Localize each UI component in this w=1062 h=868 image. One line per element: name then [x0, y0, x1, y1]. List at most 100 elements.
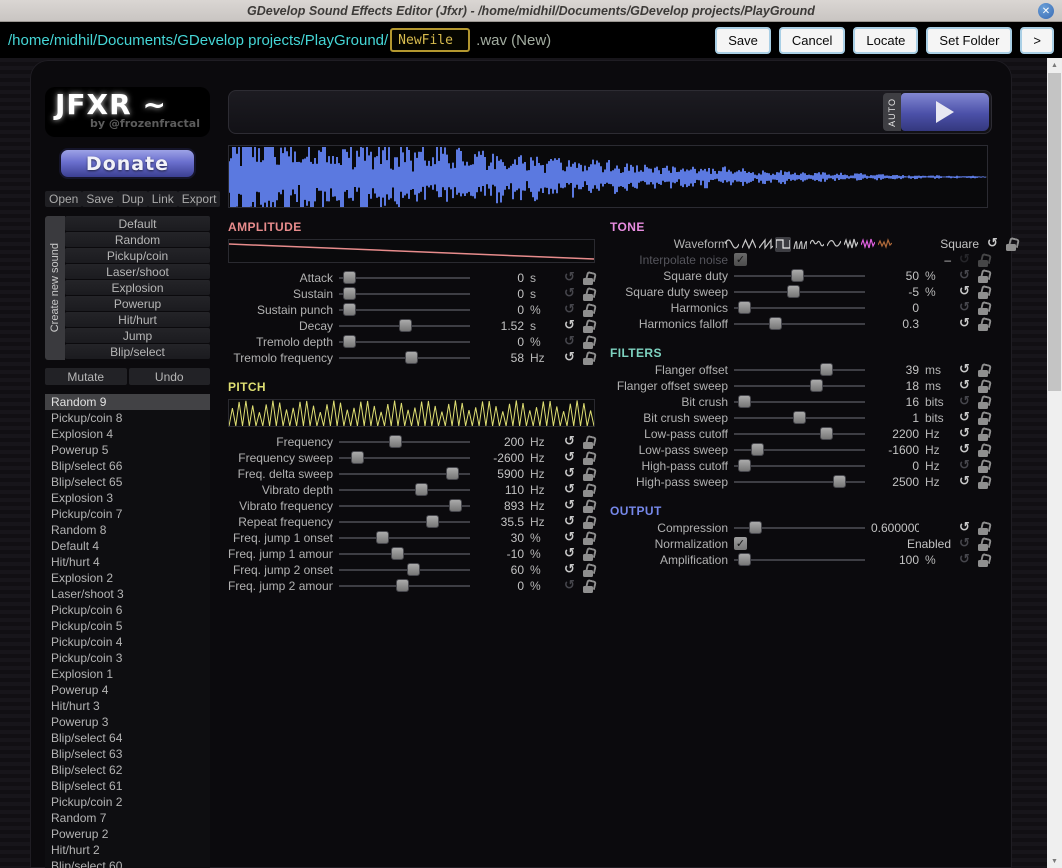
sound-list-item[interactable]: Blip/select 63 — [45, 746, 210, 762]
reset-icon[interactable]: ↺ — [562, 271, 577, 285]
sound-list-item[interactable]: Blip/select 64 — [45, 730, 210, 746]
lock-icon[interactable] — [978, 522, 989, 535]
slider-thumb[interactable] — [787, 285, 800, 298]
slider-thumb[interactable] — [343, 287, 356, 300]
lock-icon[interactable] — [583, 352, 594, 365]
reset-icon[interactable]: ↺ — [957, 521, 972, 535]
param-slider[interactable] — [339, 350, 470, 366]
slider-thumb[interactable] — [738, 395, 751, 408]
reset-icon[interactable]: ↺ — [562, 319, 577, 333]
pinknoise-waveform-icon[interactable] — [860, 237, 876, 252]
lock-icon[interactable] — [978, 254, 989, 267]
toolbar-button-save[interactable]: Save — [715, 27, 771, 54]
lock-icon[interactable] — [583, 500, 594, 513]
lock-icon[interactable] — [978, 302, 989, 315]
slider-thumb[interactable] — [751, 443, 764, 456]
lock-icon[interactable] — [583, 436, 594, 449]
reset-icon[interactable]: ↺ — [562, 467, 577, 481]
slider-thumb[interactable] — [449, 499, 462, 512]
param-slider[interactable] — [339, 562, 470, 578]
reset-icon[interactable]: ↺ — [957, 285, 972, 299]
scrollbar-thumb[interactable] — [1048, 73, 1061, 391]
param-slider[interactable] — [734, 300, 865, 316]
param-slider[interactable] — [339, 578, 470, 594]
sound-list-item[interactable]: Pickup/coin 3 — [45, 650, 210, 666]
param-slider[interactable] — [734, 394, 865, 410]
whistle-waveform-icon[interactable] — [809, 237, 825, 252]
sound-list-item[interactable]: Explosion 4 — [45, 426, 210, 442]
lock-icon[interactable] — [583, 272, 594, 285]
reset-icon[interactable]: ↺ — [562, 515, 577, 529]
lock-icon[interactable] — [978, 554, 989, 567]
sound-list-item[interactable]: Random 9 — [45, 394, 210, 410]
toolbar-button->[interactable]: > — [1020, 27, 1054, 54]
lock-icon[interactable] — [583, 484, 594, 497]
slider-thumb[interactable] — [405, 351, 418, 364]
param-slider[interactable] — [339, 270, 470, 286]
slider-thumb[interactable] — [396, 579, 409, 592]
slider-thumb[interactable] — [738, 301, 751, 314]
vertical-scrollbar[interactable]: ▲ ▼ — [1047, 58, 1062, 868]
lock-icon[interactable] — [583, 564, 594, 577]
preset-laser-shoot[interactable]: Laser/shoot — [65, 264, 210, 279]
lock-icon[interactable] — [978, 460, 989, 473]
param-slider[interactable] — [734, 426, 865, 442]
slider-thumb[interactable] — [376, 531, 389, 544]
sound-list-item[interactable]: Random 7 — [45, 810, 210, 826]
reset-icon[interactable]: ↺ — [562, 547, 577, 561]
param-slider[interactable] — [734, 442, 865, 458]
lock-icon[interactable] — [583, 320, 594, 333]
preset-explosion[interactable]: Explosion — [65, 280, 210, 295]
sound-list-item[interactable]: Blip/select 66 — [45, 458, 210, 474]
reset-icon[interactable]: ↺ — [957, 411, 972, 425]
lock-icon[interactable] — [1006, 238, 1017, 251]
file-action-dup[interactable]: Dup — [118, 191, 148, 207]
waveform-display[interactable] — [228, 145, 988, 208]
lock-icon[interactable] — [978, 412, 989, 425]
slider-thumb[interactable] — [391, 547, 404, 560]
preset-jump[interactable]: Jump — [65, 328, 210, 343]
slider-thumb[interactable] — [749, 521, 762, 534]
lock-icon[interactable] — [978, 364, 989, 377]
sound-list-item[interactable]: Blip/select 65 — [45, 474, 210, 490]
toolbar-button-locate[interactable]: Locate — [853, 27, 918, 54]
param-slider[interactable] — [339, 302, 470, 318]
reset-icon[interactable]: ↺ — [957, 537, 972, 551]
lock-icon[interactable] — [978, 538, 989, 551]
reset-icon[interactable]: ↺ — [562, 451, 577, 465]
sound-list-item[interactable]: Powerup 5 — [45, 442, 210, 458]
reset-icon[interactable]: ↺ — [562, 287, 577, 301]
slider-thumb[interactable] — [343, 271, 356, 284]
slider-thumb[interactable] — [351, 451, 364, 464]
param-slider[interactable] — [734, 284, 865, 300]
param-slider[interactable] — [734, 378, 865, 394]
sound-list-item[interactable]: Explosion 1 — [45, 666, 210, 682]
lock-icon[interactable] — [978, 444, 989, 457]
sound-list-item[interactable]: Explosion 3 — [45, 490, 210, 506]
slider-thumb[interactable] — [793, 411, 806, 424]
reset-icon[interactable]: ↺ — [562, 351, 577, 365]
tangent-waveform-icon[interactable] — [792, 237, 808, 252]
param-slider[interactable] — [734, 362, 865, 378]
sound-list-item[interactable]: Laser/shoot 3 — [45, 586, 210, 602]
slider-thumb[interactable] — [446, 467, 459, 480]
sound-list-item[interactable]: Hit/hurt 2 — [45, 842, 210, 858]
slider-thumb[interactable] — [820, 363, 833, 376]
close-icon[interactable]: ✕ — [1038, 3, 1054, 19]
donate-button[interactable]: Donate — [59, 148, 196, 179]
file-action-save[interactable]: Save — [82, 191, 117, 207]
param-slider[interactable] — [734, 552, 865, 568]
play-button[interactable] — [901, 93, 989, 131]
breaker-waveform-icon[interactable] — [826, 237, 842, 252]
sound-list-item[interactable]: Powerup 3 — [45, 714, 210, 730]
sound-list-item[interactable]: Pickup/coin 5 — [45, 618, 210, 634]
sound-list-item[interactable]: Blip/select 61 — [45, 778, 210, 794]
lock-icon[interactable] — [978, 380, 989, 393]
sound-list-item[interactable]: Pickup/coin 2 — [45, 794, 210, 810]
sound-list-item[interactable]: Pickup/coin 4 — [45, 634, 210, 650]
reset-icon[interactable]: ↺ — [957, 459, 972, 473]
sound-list-item[interactable]: Random 8 — [45, 522, 210, 538]
slider-thumb[interactable] — [426, 515, 439, 528]
reset-icon[interactable]: ↺ — [957, 443, 972, 457]
param-slider[interactable] — [339, 514, 470, 530]
